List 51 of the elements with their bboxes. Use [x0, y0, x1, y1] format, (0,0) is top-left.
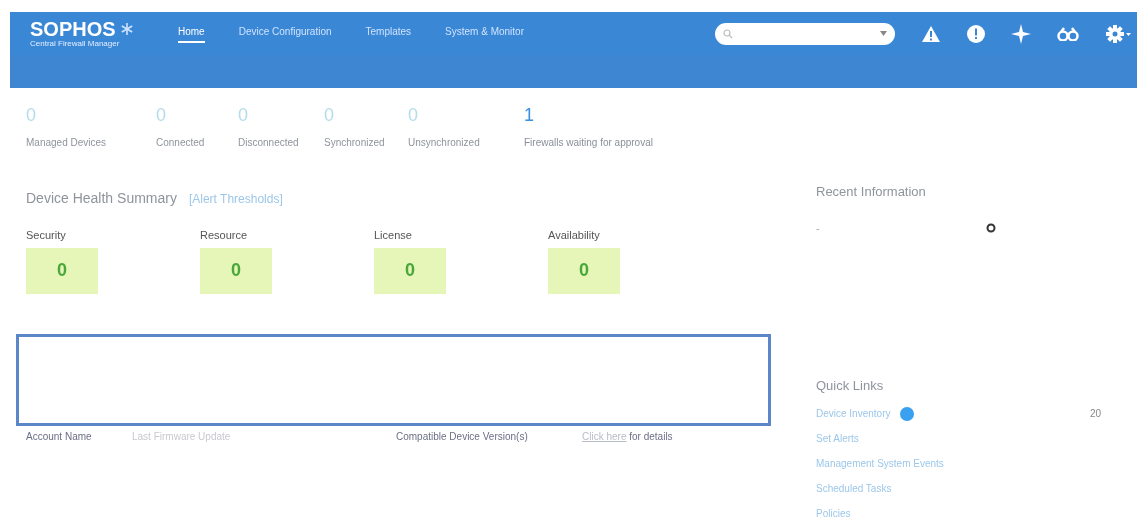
field-label: Compatible Device Version(s)	[396, 429, 529, 444]
health-label: Security	[26, 228, 67, 243]
compass-star-icon[interactable]	[1011, 23, 1031, 44]
alert-icon[interactable]	[967, 24, 985, 43]
stat-label: Unsynchronized	[408, 136, 481, 150]
link-count: 20	[1089, 407, 1101, 421]
section-title: Recent Information	[816, 183, 927, 201]
health-count[interactable]: 0	[200, 247, 272, 294]
stat-label: Synchronized	[324, 136, 386, 150]
stat-value: 1	[524, 104, 535, 127]
field-label: Account Name	[26, 429, 93, 444]
search-icon	[723, 28, 733, 39]
recent-value: -	[816, 220, 820, 236]
details-link[interactable]: Click here	[582, 430, 627, 442]
search-field[interactable]	[715, 22, 895, 45]
stat-label: Disconnected	[238, 136, 300, 150]
stat-value: 0	[26, 104, 37, 127]
health-count[interactable]: 0	[26, 247, 98, 294]
settings-icon[interactable]	[1105, 23, 1131, 44]
nav-tab[interactable]: Templates	[365, 24, 412, 43]
logo-subtitle: Central Firewall Manager	[30, 39, 121, 48]
binoculars-icon[interactable]	[1057, 26, 1079, 41]
warning-icon[interactable]	[921, 24, 941, 43]
nav-tab[interactable]: Home	[178, 24, 205, 43]
thresholds-link[interactable]: [Alert Thresholds]	[188, 189, 283, 208]
caret-icon	[880, 31, 887, 36]
stat-label: Managed Devices	[26, 136, 108, 150]
health-label: Availability	[548, 228, 601, 243]
section-title: Device Health Summary	[26, 189, 177, 208]
stat-label: Firewalls waiting for approval	[524, 136, 654, 150]
logo-text: SOPHOS	[30, 19, 116, 39]
health-count[interactable]: 0	[374, 247, 446, 294]
health-count[interactable]: 0	[548, 247, 620, 294]
stat-label: Connected	[156, 136, 206, 150]
nav-tab[interactable]: System & Monitor	[445, 24, 524, 43]
refresh-icon[interactable]	[986, 222, 996, 233]
quick-link[interactable]: Scheduled Tasks	[816, 481, 892, 496]
stat-value: 0	[324, 104, 335, 127]
snowflake-icon	[119, 22, 134, 36]
stat-value: 0	[238, 104, 249, 127]
quick-link[interactable]: Management System Events	[816, 456, 944, 471]
section-title: Quick Links	[816, 377, 885, 395]
stat-value: 0	[156, 104, 167, 127]
details-text: Click here for details	[582, 429, 673, 444]
health-label: License	[374, 228, 413, 243]
quick-link[interactable]: Policies	[816, 506, 851, 521]
stat-value: 0	[408, 104, 419, 127]
health-label: Resource	[200, 228, 249, 243]
quick-link[interactable]: Device Inventory	[816, 406, 891, 421]
quick-link[interactable]: Set Alerts	[816, 431, 859, 446]
nav-tab[interactable]: Device Configuration	[238, 24, 332, 43]
